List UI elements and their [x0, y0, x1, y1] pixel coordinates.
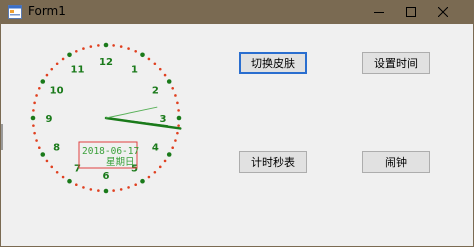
clock-numeral: 12: [99, 57, 113, 68]
minute-tick: [127, 47, 130, 50]
minute-tick: [147, 57, 151, 61]
minute-tick: [97, 189, 100, 192]
hour-tick: [140, 178, 145, 184]
clock-numeral: 6: [103, 171, 110, 182]
clock-numeral: 7: [74, 163, 81, 174]
minute-tick: [134, 50, 137, 53]
minute-tick: [177, 124, 180, 127]
minute-tick: [177, 109, 180, 112]
minute-tick: [171, 146, 174, 149]
minute-tick: [50, 67, 54, 71]
hour-tick: [140, 52, 145, 58]
app-icon: [8, 5, 22, 19]
minute-tick: [61, 175, 65, 179]
minute-tick: [174, 139, 177, 142]
minute-tick: [158, 67, 162, 71]
minute-tick: [38, 146, 41, 149]
minute-tick: [55, 170, 59, 174]
set-time-button[interactable]: 设置时间: [362, 52, 430, 74]
maximize-button[interactable]: [394, 0, 428, 24]
window-title: Form1: [28, 4, 66, 18]
minute-tick: [35, 139, 38, 142]
stopwatch-button[interactable]: 计时秒表: [239, 151, 307, 173]
minute-tick: [50, 165, 54, 169]
clock-numeral: 2: [152, 86, 159, 97]
form-client-area: 12 1 2 3 4 5 6 7 8 9 10 11 2018-06-17 星期日 切换皮肤 设置时间…: [1, 24, 473, 246]
close-icon: [438, 7, 448, 17]
date-text: 2018-06-17: [82, 146, 139, 157]
minute-tick: [33, 131, 36, 135]
minute-tick: [97, 44, 100, 47]
hour-tick: [103, 42, 109, 48]
minute-tick: [55, 62, 59, 66]
minute-tick: [153, 170, 157, 174]
minute-tick: [119, 188, 123, 191]
hour-tick: [30, 115, 36, 121]
minute-tick: [32, 124, 35, 127]
minute-tick: [112, 44, 115, 47]
analog-clock: 121234567891011 2018-06-17 星期日: [30, 42, 182, 194]
hour-tick: [103, 188, 109, 194]
minute-tick: [119, 45, 123, 48]
minute-hand: [105, 117, 169, 127]
minute-tick: [75, 183, 78, 186]
minute-tick: [134, 183, 137, 186]
maximize-icon: [406, 7, 416, 17]
hour-tick: [40, 152, 46, 157]
minute-tick: [153, 62, 157, 66]
minute-tick: [112, 189, 115, 192]
minute-tick: [38, 87, 41, 90]
minute-tick: [127, 186, 130, 189]
minute-tick: [171, 87, 174, 90]
minimize-icon: [374, 12, 384, 13]
close-button[interactable]: [426, 0, 460, 24]
app-window: Form1 12 1 2 3 4 5 6 7 8 9 10 11 2018-06-17 星期日 切换皮…: [0, 0, 474, 247]
clock-numeral: 8: [53, 143, 60, 154]
clock-numeral: 1: [131, 65, 138, 76]
hour-tick: [67, 52, 72, 58]
hour-tick: [40, 79, 46, 84]
minute-tick: [75, 50, 78, 53]
minute-tick: [89, 188, 93, 191]
clock-numeral: 11: [71, 65, 85, 76]
second-hand: [105, 106, 158, 119]
minute-tick: [158, 165, 162, 169]
clock-numeral: 10: [50, 86, 64, 97]
hour-tick: [67, 178, 72, 184]
alarm-button[interactable]: 闹钟: [362, 151, 430, 173]
hour-tick: [166, 152, 172, 157]
minute-tick: [176, 101, 179, 105]
minimize-button[interactable]: [362, 0, 396, 24]
minute-tick: [32, 109, 35, 112]
minute-tick: [163, 73, 167, 77]
hour-tick: [176, 115, 182, 121]
clock-numeral: 9: [46, 114, 53, 125]
weekday-text: 星期日: [106, 157, 135, 168]
minute-tick: [45, 159, 49, 163]
minute-tick: [61, 57, 65, 61]
switch-skin-button[interactable]: 切换皮肤: [239, 52, 307, 74]
minute-tick: [33, 101, 36, 105]
minute-tick: [176, 131, 179, 135]
clock-numeral: 4: [152, 143, 159, 154]
minute-tick: [174, 94, 177, 97]
clock-numeral: 3: [160, 114, 167, 125]
minute-tick: [82, 47, 85, 50]
hour-tick: [166, 79, 172, 84]
minute-tick: [163, 159, 167, 163]
title-bar[interactable]: Form1: [0, 0, 474, 24]
minute-tick: [45, 73, 49, 77]
minute-tick: [82, 186, 85, 189]
minute-tick: [35, 94, 38, 97]
minute-tick: [147, 175, 151, 179]
minute-tick: [89, 45, 93, 48]
